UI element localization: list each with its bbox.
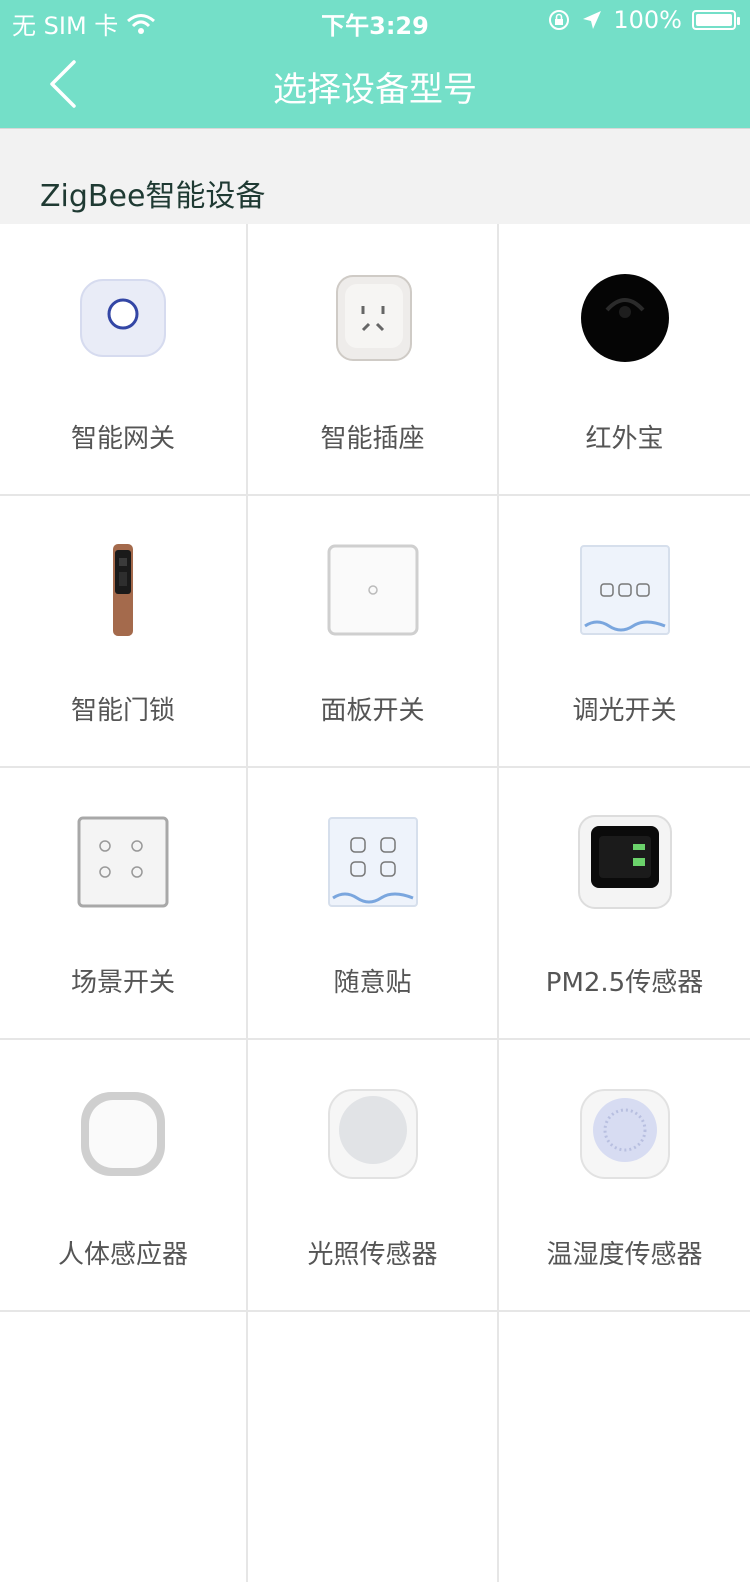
device-name: 随意贴 <box>333 968 412 998</box>
device-item-dimmer-switch[interactable]: 调光开关 <box>499 496 750 766</box>
device-item-partial[interactable] <box>499 1312 750 1582</box>
gateway-icon <box>80 279 166 357</box>
device-item-gateway[interactable]: 智能网关 <box>0 224 248 494</box>
light-sensor-icon <box>327 1089 418 1179</box>
rotation-lock-icon <box>549 10 570 30</box>
section-title: ZigBee智能设备 <box>40 179 266 214</box>
device-name: 温湿度传感器 <box>546 1240 703 1270</box>
device-item-pm25-sensor[interactable]: PM2.5传感器 <box>499 768 750 1038</box>
section-header: ZigBee智能设备 <box>0 128 750 224</box>
status-bar: 无 SIM 卡 下午3:29 100% <box>0 0 750 40</box>
device-item-scene-switch[interactable]: 场景开关 <box>0 768 248 1038</box>
temp-humidity-sensor-icon <box>579 1089 670 1179</box>
door-lock-icon <box>113 544 133 636</box>
scene-switch-icon <box>77 816 169 908</box>
ir-remote-icon <box>580 274 669 362</box>
device-item-socket[interactable]: 智能插座 <box>248 224 499 494</box>
device-name: 光照传感器 <box>307 1240 438 1270</box>
device-name: 智能门锁 <box>70 696 175 726</box>
page-title: 选择设备型号 <box>273 70 477 110</box>
device-item-ir-remote[interactable]: 红外宝 <box>499 224 750 494</box>
device-item-panel-switch[interactable]: 面板开关 <box>248 496 499 766</box>
device-name: 智能网关 <box>70 424 175 454</box>
dimmer-switch-icon <box>579 545 670 635</box>
panel-switch-icon <box>327 544 418 636</box>
device-name: 调光开关 <box>572 696 677 726</box>
device-item-temp-humidity-sensor[interactable]: 温湿度传感器 <box>499 1040 750 1310</box>
pm25-sensor-icon <box>577 815 672 909</box>
status-right: 100% <box>547 6 740 34</box>
device-name: 红外宝 <box>585 424 664 454</box>
sticker-switch-icon <box>327 817 418 907</box>
device-name: 场景开关 <box>70 968 175 998</box>
motion-sensor-icon <box>81 1092 165 1176</box>
device-item-door-lock[interactable]: 智能门锁 <box>0 496 248 766</box>
battery-percent: 100% <box>613 6 682 34</box>
device-item-partial[interactable] <box>0 1312 248 1582</box>
battery-icon <box>692 10 740 30</box>
device-item-sticker-switch[interactable]: 随意贴 <box>248 768 499 1038</box>
device-name: 面板开关 <box>320 696 425 726</box>
device-grid: 智能网关 智能插座 红外宝 智能门锁 面板开关 调光开关 场景开关 随意贴 PM… <box>0 224 750 1582</box>
nav-bar: 选择设备型号 <box>0 40 750 128</box>
device-item-light-sensor[interactable]: 光照传感器 <box>248 1040 499 1310</box>
location-icon <box>583 11 602 29</box>
device-item-motion-sensor[interactable]: 人体感应器 <box>0 1040 248 1310</box>
device-name: 智能插座 <box>320 424 425 454</box>
device-item-partial[interactable] <box>248 1312 499 1582</box>
device-name: PM2.5传感器 <box>545 968 704 998</box>
device-name: 人体感应器 <box>57 1240 188 1270</box>
socket-icon <box>335 275 412 361</box>
